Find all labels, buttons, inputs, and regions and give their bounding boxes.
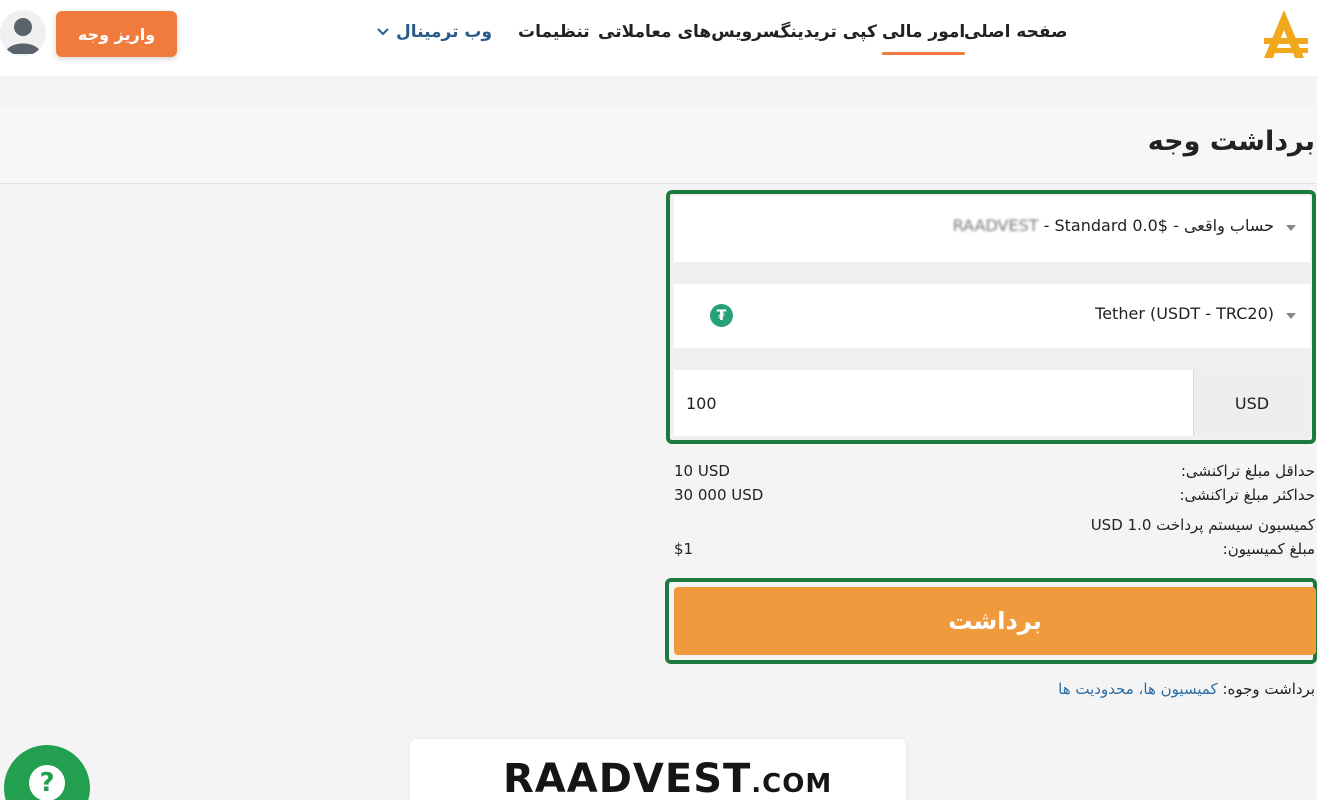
watermark-brand: RAADVEST (503, 756, 752, 800)
withdrawal-info-label: برداشت وجوه: (1222, 680, 1315, 698)
payment-method-select[interactable]: ₮ Tether (USDT - TRC20) (674, 284, 1310, 348)
account-select-value: حساب واقعی - RAADVEST - Standard 0.0$ (953, 216, 1274, 235)
nav-copy-trading[interactable]: کپی تریدینگ (773, 22, 877, 42)
raadvest-logo[interactable] (1258, 8, 1310, 60)
min-amount-label: حداقل مبلغ تراکنشی: (1180, 462, 1315, 480)
watermark-logo: RAADVEST.COM (503, 756, 832, 800)
nav-settings[interactable]: تنظیمات (518, 22, 590, 42)
amount-input[interactable] (674, 370, 1194, 436)
commission-limits-link[interactable]: کمیسیون ها، محدودیت ها (1058, 680, 1218, 698)
deposit-button[interactable]: واریز وجه (56, 11, 177, 57)
withdrawal-info-note: برداشت وجوه: کمیسیون ها، محدودیت ها (1058, 680, 1315, 698)
nav-home[interactable]: صفحه اصلی (964, 22, 1068, 42)
tether-icon: ₮ (710, 304, 733, 327)
chevron-down-icon (377, 28, 389, 36)
withdraw-button[interactable]: برداشت (674, 587, 1316, 655)
page-title: برداشت وجه (1147, 126, 1315, 157)
top-header: صفحه اصلی امور مالی کپی تریدینگ سرویس‌ها… (0, 0, 1317, 76)
max-amount-value: 30 000 USD (674, 486, 764, 504)
help-button[interactable]: ? (4, 745, 90, 800)
nav-finance[interactable]: امور مالی (882, 22, 966, 55)
account-select[interactable]: حساب واقعی - RAADVEST - Standard 0.0$ (674, 196, 1310, 262)
caret-down-icon (1286, 313, 1296, 319)
min-amount-value: 10 USD (674, 462, 730, 480)
nav-web-terminal[interactable]: وب ترمینال (376, 22, 492, 42)
commission-value: $1 (674, 540, 694, 558)
commission-system-text: کمیسیون سیستم پرداخت USD 1.0 (1090, 516, 1315, 534)
commission-label: مبلغ کمیسیون: (1222, 540, 1315, 558)
web-terminal-label: وب ترمینال (396, 22, 493, 42)
user-icon (5, 18, 41, 54)
payment-method-value: Tether (USDT - TRC20) (1095, 304, 1274, 323)
account-blurred-text: RAADVEST (952, 216, 1039, 235)
nav-trading-services[interactable]: سرویس‌های معاملاتی (598, 22, 779, 42)
watermark-tld: .COM (751, 769, 833, 799)
question-icon: ? (29, 765, 65, 800)
max-amount-label: حداکثر مبلغ تراکنشی: (1179, 486, 1315, 504)
currency-addon: USD (1193, 370, 1310, 436)
user-avatar[interactable] (0, 10, 46, 56)
title-band (0, 106, 1317, 184)
account-plan-text: - Standard 0.0$ (1043, 216, 1168, 235)
account-type-text: حساب واقعی - (1173, 216, 1274, 235)
caret-down-icon (1286, 225, 1296, 231)
